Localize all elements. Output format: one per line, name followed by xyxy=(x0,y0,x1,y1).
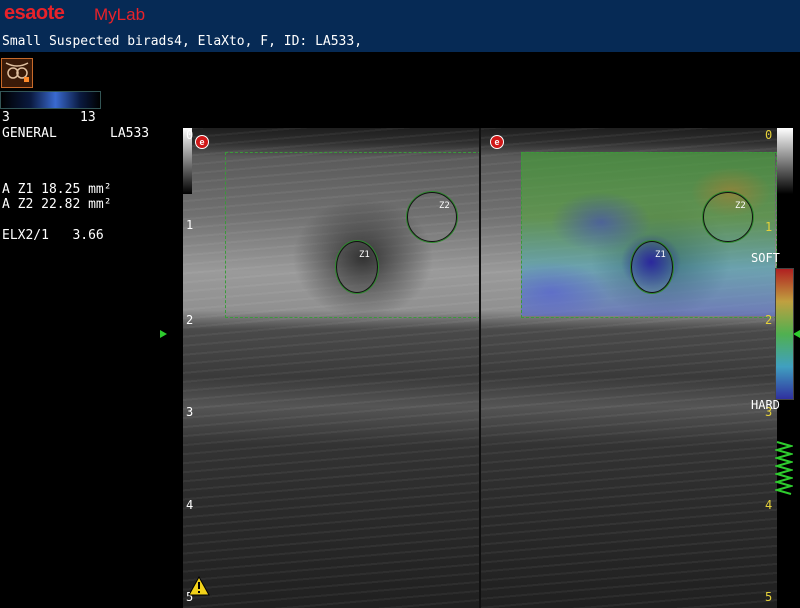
zone-z1-label: Z1 xyxy=(655,250,666,260)
soft-label: SOFT xyxy=(751,251,780,265)
product-name: MyLab xyxy=(94,5,146,24)
zone-z2-label: Z2 xyxy=(735,201,746,211)
focus-marker-right[interactable] xyxy=(793,330,800,338)
zone-z1[interactable] xyxy=(336,241,378,293)
image-panels: Z1 Z2 e Z1 Z2 e xyxy=(183,128,777,608)
area-z2-readout: A Z2 22.82 mm² xyxy=(2,197,112,212)
body-marker-icon[interactable] xyxy=(1,58,33,88)
depth-tick-4: 4 xyxy=(186,498,194,512)
compression-spring-icon xyxy=(773,440,795,496)
depth-max-label: 13 xyxy=(80,110,96,125)
warning-icon[interactable] xyxy=(188,575,210,596)
depth-tick-3: 3 xyxy=(186,405,194,419)
depth-tick-1: 1 xyxy=(186,218,194,232)
focus-marker-left[interactable] xyxy=(160,330,167,338)
depth-tick-2: 2 xyxy=(186,313,194,327)
grayscale-bar-right xyxy=(777,128,793,194)
depth-tick-right-5: 5 xyxy=(765,590,773,604)
depth-tick-right-4: 4 xyxy=(765,498,773,512)
depth-tick-0: 0 xyxy=(186,128,194,142)
patient-info: Small Suspected birads4, ElaXto, F, ID: … xyxy=(2,34,363,49)
preset-label: GENERAL xyxy=(2,126,57,141)
zone-z2[interactable] xyxy=(407,192,457,242)
zone-z2[interactable] xyxy=(703,192,753,242)
depth-min-label: 3 xyxy=(2,110,10,125)
depth-tick-right-0: 0 xyxy=(765,128,773,142)
depth-tick-right-1: 1 xyxy=(765,220,773,234)
elastography-panel[interactable]: Z1 Z2 e xyxy=(481,128,777,608)
zone-z1-label: Z1 xyxy=(359,250,370,260)
elasto-color-scale xyxy=(775,268,794,400)
esaote-logo-icon: e xyxy=(195,135,209,149)
depth-tick-right-2: 2 xyxy=(765,313,773,327)
brand-logo: esaote xyxy=(4,2,65,24)
bmode-panel[interactable]: Z1 Z2 e xyxy=(183,128,479,608)
zone-z2-label: Z2 xyxy=(439,201,450,211)
zone-z1[interactable] xyxy=(631,241,673,293)
depth-color-bar xyxy=(0,91,101,109)
probe-label: LA533 xyxy=(110,126,150,141)
area-z1-readout: A Z1 18.25 mm² xyxy=(2,182,112,197)
elasto-ratio-readout: ELX2/1 3.66 xyxy=(2,228,104,243)
hard-label: HARD xyxy=(751,398,780,412)
esaote-logo-icon: e xyxy=(490,135,504,149)
